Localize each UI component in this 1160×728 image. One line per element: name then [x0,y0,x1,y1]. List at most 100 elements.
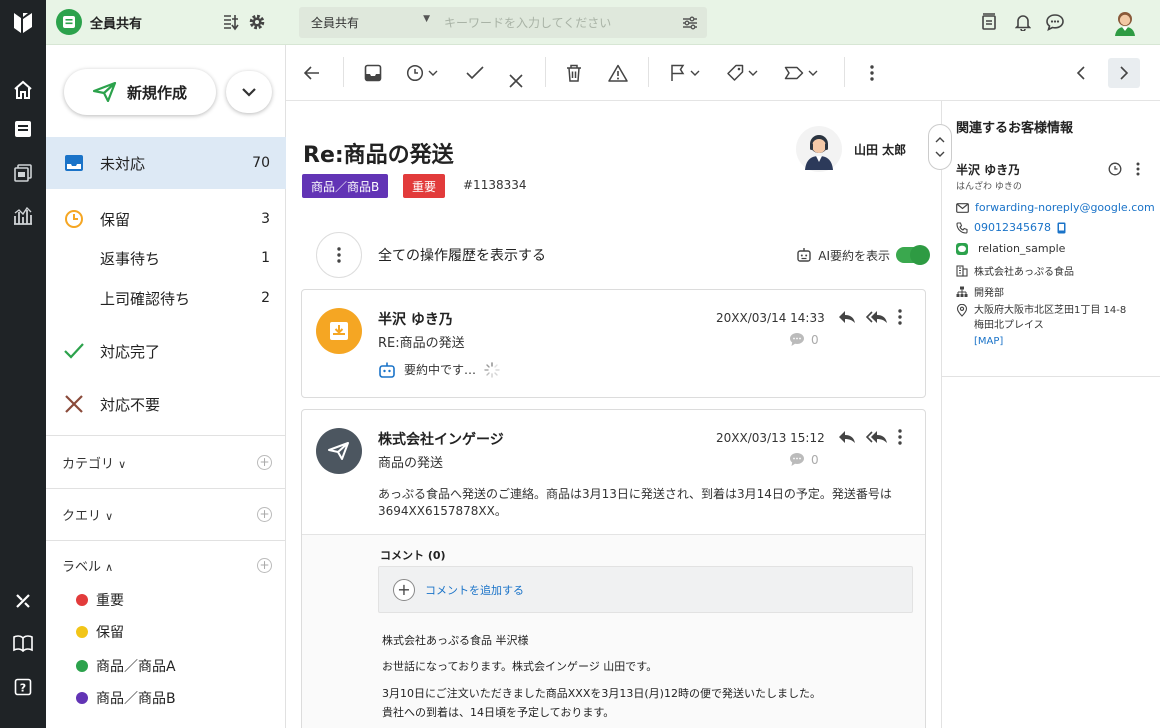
new-ticket-button[interactable]: 新規作成 [64,69,216,115]
label-item-hold[interactable]: 保留 [76,622,124,642]
label-item-important[interactable]: 重要 [76,590,124,610]
label-color-dot [76,594,88,606]
app-logo[interactable] [10,10,36,36]
clock-icon[interactable] [1108,162,1122,176]
label-color-dot [76,660,88,672]
workspace-name: 全員共有 [90,16,143,32]
customer-phone[interactable]: 09012345678 [974,221,1051,234]
sidebar-item-hold[interactable]: 保留 3 [46,193,286,245]
category-tag-menu[interactable] [726,62,758,84]
chevron-down-icon: ∨ [105,510,114,523]
trash-icon[interactable] [566,62,582,84]
gear-icon[interactable] [246,11,268,33]
next-ticket-icon[interactable] [1108,58,1140,88]
comment-count[interactable]: 0 [789,332,819,347]
message-card[interactable]: 株式会社インゲージ 商品の発送 20XX/03/13 15:12 0 あっぷる食… [301,409,926,728]
sidebar-subitem-awaiting-reply[interactable]: 返事待ち 1 [46,244,286,272]
ticket-toolbar [286,45,1160,101]
label-color-dot [76,692,88,704]
customer-address-line1: 大阪府大阪市北区芝田1丁目 14-8 [974,305,1127,316]
sort-list-icon[interactable] [220,11,242,33]
customer-email-row[interactable]: forwarding-noreply@google.com [956,201,1155,214]
message-subject: RE:商品の発送 [378,336,465,351]
sidebar-subitem-manager-review[interactable]: 上司確認待ち 2 [46,284,286,312]
customer-company-row: 株式会社あっぷる食品 [956,263,1074,278]
search-filter-icon[interactable] [673,16,707,30]
analytics-icon[interactable] [10,203,36,229]
message-card[interactable]: 半沢 ゆき乃 RE:商品の発送 20XX/03/14 14:33 0 要約中です… [301,289,926,398]
chat-support-icon[interactable] [1044,11,1066,33]
more-vertical-icon[interactable] [898,429,902,445]
panel-collapse-toggle[interactable] [928,124,952,170]
sidebar-item-completed[interactable]: 対応完了 [46,325,286,377]
customer-email[interactable]: forwarding-noreply@google.com [975,201,1155,214]
tools-icon[interactable] [10,588,36,614]
notes-icon[interactable] [978,11,1000,33]
add-category-icon[interactable]: + [257,455,272,470]
inbox-icon[interactable] [10,116,36,142]
add-comment-box[interactable]: + コメントを追加する [378,566,913,613]
customer-kana: はんざわ ゆきの [956,182,1022,192]
clock-icon [62,207,86,231]
label-menu[interactable] [784,62,818,84]
bell-icon[interactable] [1012,11,1034,33]
more-vertical-icon[interactable] [870,62,874,84]
label-section-header[interactable]: ラベル ∧ + [62,556,272,575]
inbox-status-icon[interactable] [364,62,382,84]
new-ticket-options-button[interactable] [226,71,272,113]
add-query-icon[interactable]: + [257,507,272,522]
tag-important[interactable]: 重要 [403,174,446,198]
mark-complete-icon[interactable] [466,62,484,84]
flag-menu[interactable] [670,62,700,84]
search-scope-dropdown[interactable]: 全員共有 ▼ [299,14,444,31]
query-section-header[interactable]: クエリ ∨ + [62,505,272,524]
map-link[interactable]: [MAP] [974,334,1126,350]
hold-status-menu[interactable] [406,62,438,84]
comment-count[interactable]: 0 [789,452,819,467]
svg-text:?: ? [20,682,26,695]
email-body-line: 貴社への到着は、14日頃を予定しております。 [382,706,615,719]
user-avatar[interactable] [1110,8,1140,38]
previous-ticket-icon[interactable] [1076,62,1086,84]
history-menu-button[interactable] [316,232,362,278]
search-input[interactable] [444,15,673,30]
mark-not-needed-icon[interactable] [509,70,523,92]
label-item-product-b[interactable]: 商品／商品B [76,688,176,708]
comment-bubble-icon [790,333,804,346]
more-vertical-icon[interactable] [898,309,902,325]
label-color-dot [76,626,88,638]
ticket-title: Re:商品の発送 [303,143,454,168]
workspace-selector[interactable]: 全員共有 [56,9,142,35]
toolbar-divider [545,57,546,87]
more-vertical-icon[interactable] [1136,162,1140,176]
reply-icon[interactable] [838,430,856,444]
home-icon[interactable] [10,77,36,103]
templates-icon[interactable] [10,160,36,186]
message-actions [838,309,902,325]
ai-summary-toggle[interactable] [896,245,930,265]
back-arrow-icon[interactable] [304,62,320,84]
sidebar-item-count: 2 [261,290,270,306]
tag-product-b[interactable]: 商品／商品B [302,174,389,198]
org-chart-icon [956,286,968,297]
clock-icon [406,64,424,82]
show-all-history-link[interactable]: 全ての操作履歴を表示する [378,245,546,265]
customer-phone-row[interactable]: 09012345678 [956,221,1066,234]
reply-icon[interactable] [838,310,856,324]
send-icon [328,442,349,460]
label-item-product-a[interactable]: 商品／商品A [76,656,176,676]
assignee[interactable]: 山田 太郎 [796,126,906,172]
label-icon [784,66,804,80]
customer-line-id: relation_sample [978,242,1066,255]
help-icon[interactable]: ? [10,674,36,700]
reply-all-icon[interactable] [866,310,888,324]
label-name: 商品／商品B [96,691,176,707]
add-label-icon[interactable]: + [257,558,272,573]
reply-all-icon[interactable] [866,430,888,444]
manual-book-icon[interactable] [10,630,36,656]
label-name: 保留 [96,625,124,641]
sidebar-item-not-needed[interactable]: 対応不要 [46,378,286,430]
sidebar-item-unhandled[interactable]: 未対応 70 [46,137,286,189]
category-section-header[interactable]: カテゴリ ∨ + [62,453,272,472]
spam-warning-icon[interactable] [608,62,628,84]
